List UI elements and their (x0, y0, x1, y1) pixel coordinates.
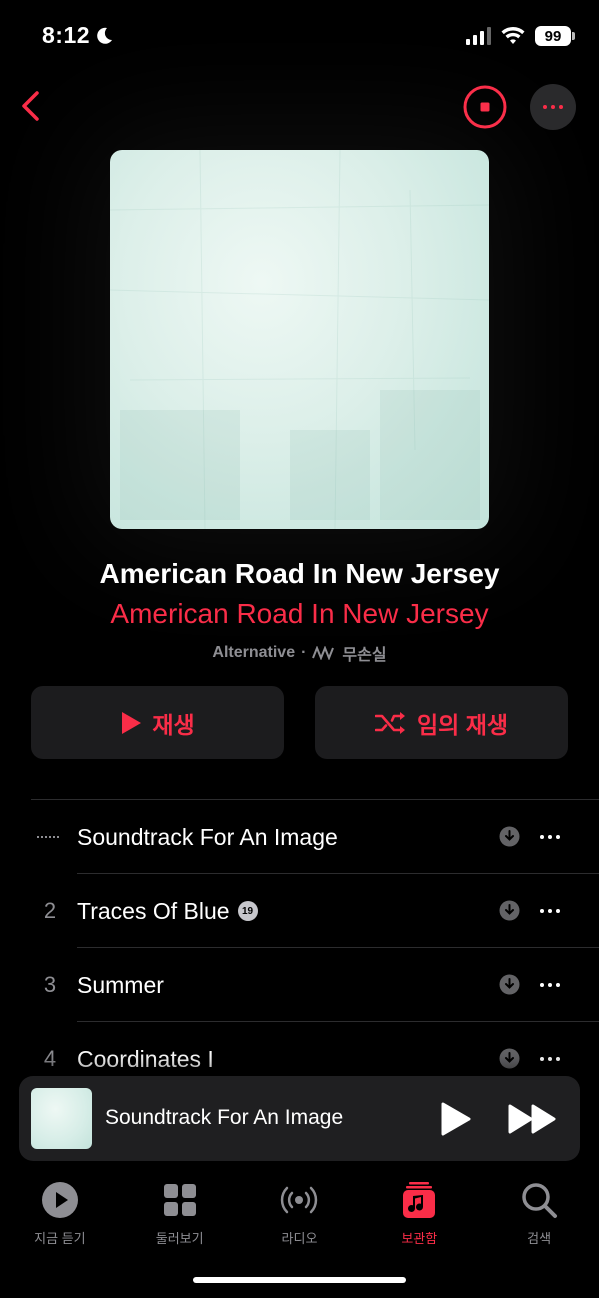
battery-icon: 99 (535, 26, 575, 46)
track-number: 3 (43, 972, 57, 997)
download-icon[interactable] (499, 826, 520, 847)
meta-separator: · (301, 644, 307, 661)
genre-label: Alternative (212, 644, 296, 661)
album-artwork (110, 150, 489, 529)
library-icon (403, 1182, 436, 1218)
shuffle-button-label: 임의 재생 (416, 711, 509, 738)
mini-player-title: Soundtrack For An Image (105, 1106, 344, 1129)
shuffle-button[interactable]: 임의 재생 (315, 686, 568, 759)
chevron-left-icon (22, 91, 39, 121)
track-title: Soundtrack For An Image (77, 823, 338, 850)
track-number: 4 (43, 1046, 57, 1071)
track-number: 2 (43, 898, 57, 923)
track-title: Coordinates I (77, 1045, 214, 1072)
back-button[interactable] (10, 86, 50, 126)
home-indicator[interactable] (193, 1277, 406, 1283)
ellipsis-icon (543, 105, 547, 109)
status-bar: 8:12 99 (0, 0, 599, 70)
track-more-button[interactable] (540, 835, 560, 839)
radio-icon (281, 1186, 318, 1214)
play-button[interactable]: 재생 (31, 686, 284, 759)
mini-play-button[interactable] (437, 1102, 473, 1136)
play-button-label: 재생 (152, 711, 195, 738)
grid-icon (163, 1184, 196, 1216)
search-icon (522, 1183, 558, 1218)
download-icon[interactable] (499, 1048, 520, 1069)
download-progress-button[interactable] (462, 84, 508, 130)
album-title: American Road In New Jersey (99, 558, 500, 589)
table-row[interactable]: 2 Traces Of Blue 19 (0, 874, 599, 948)
quality-label: 무손실 (342, 647, 387, 664)
now-playing-indicator (37, 836, 63, 838)
play-icon (122, 711, 142, 734)
album-meta: Alternative · 무손실 (0, 641, 599, 665)
age-rating-badge: 19 (237, 901, 258, 921)
table-row[interactable]: Soundtrack For An Image (0, 800, 599, 874)
download-icon[interactable] (499, 900, 520, 921)
more-options-button[interactable] (530, 84, 576, 130)
status-time-group: 8:12 (42, 22, 114, 49)
moon-icon (97, 27, 113, 44)
mini-player[interactable]: Soundtrack For An Image (19, 1076, 580, 1161)
wifi-icon (501, 27, 525, 44)
track-list: Soundtrack For An Image 2 Traces Of Blue… (0, 800, 599, 1096)
status-indicators: 99 (466, 26, 575, 46)
shuffle-icon (374, 711, 405, 734)
tab-listen-now[interactable]: 지금 듣기 (0, 1170, 120, 1298)
tab-search[interactable]: 검색 (479, 1170, 599, 1298)
artist-link[interactable]: American Road In New Jersey (0, 598, 599, 630)
cellular-signal-icon (466, 27, 491, 45)
table-row[interactable]: 3 Summer (0, 948, 599, 1022)
lossless-icon (312, 646, 335, 660)
status-time: 8:12 (42, 22, 91, 48)
mini-player-artwork (31, 1088, 92, 1149)
track-more-button[interactable] (540, 909, 560, 913)
next-track-button[interactable] (507, 1102, 559, 1136)
play-circle-icon (41, 1182, 78, 1218)
track-title: Summer (77, 971, 164, 998)
download-icon[interactable] (499, 974, 520, 995)
track-more-button[interactable] (540, 1057, 560, 1061)
track-title: Traces Of Blue 19 (77, 898, 258, 925)
track-more-button[interactable] (540, 983, 560, 987)
